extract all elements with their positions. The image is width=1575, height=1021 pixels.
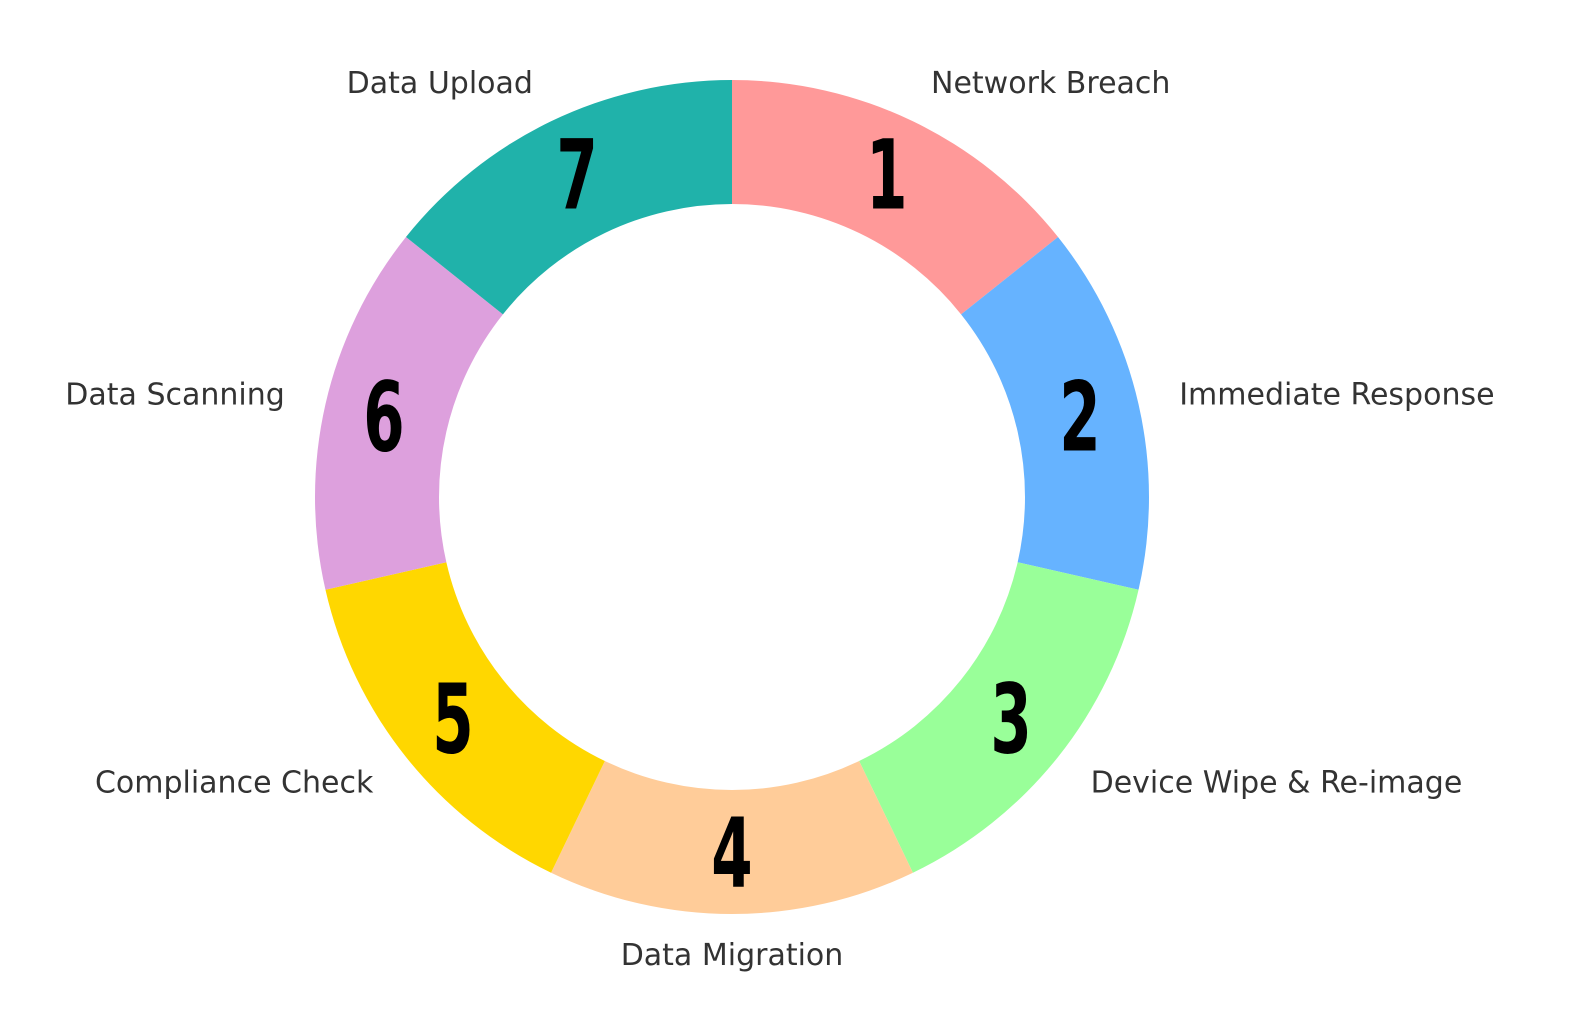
slice-number-label: 6 — [363, 362, 404, 474]
slice-number-label: 5 — [432, 664, 473, 776]
donut-chart: 1 Network Breach 2 Immediate Response 3 Devic… — [65, 66, 1494, 973]
slice-number-label: 1 — [866, 120, 907, 232]
slice-category-label: Data Scanning — [65, 377, 285, 412]
slice-number-label: 2 — [1059, 362, 1100, 474]
slice-category-label: Data Upload — [347, 66, 533, 101]
slice-category-label: Network Breach — [931, 66, 1170, 101]
slice-category-label: Compliance Check — [95, 765, 374, 800]
slice-category-label: Data Migration — [621, 938, 844, 973]
slice-category-label: Immediate Response — [1179, 377, 1494, 412]
slice-number-label: 4 — [711, 798, 752, 910]
slice-number-label: 7 — [556, 120, 597, 232]
slice-category-label: Device Wipe & Re-image — [1091, 765, 1463, 800]
slice-number-label: 3 — [990, 664, 1031, 776]
